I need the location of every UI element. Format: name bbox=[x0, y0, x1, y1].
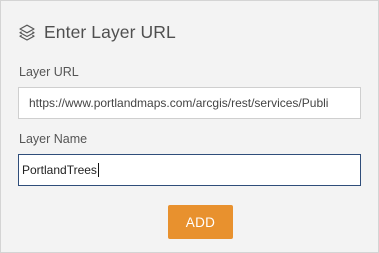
layers-icon bbox=[18, 23, 36, 41]
layer-name-label: Layer Name bbox=[19, 132, 88, 146]
layer-name-value: PortlandTrees bbox=[22, 163, 97, 177]
panel-header: Enter Layer URL bbox=[18, 19, 176, 45]
text-cursor bbox=[97, 162, 99, 177]
panel-title: Enter Layer URL bbox=[44, 21, 176, 42]
add-button[interactable]: ADD bbox=[168, 205, 233, 239]
add-layer-panel: Enter Layer URL Layer URL https://www.po… bbox=[0, 0, 379, 253]
layer-url-value: https://www.portlandmaps.com/arcgis/rest… bbox=[29, 96, 329, 110]
layer-url-input[interactable]: https://www.portlandmaps.com/arcgis/rest… bbox=[18, 87, 361, 119]
layer-url-label: Layer URL bbox=[19, 65, 79, 79]
layer-name-input[interactable]: PortlandTrees bbox=[18, 154, 361, 186]
